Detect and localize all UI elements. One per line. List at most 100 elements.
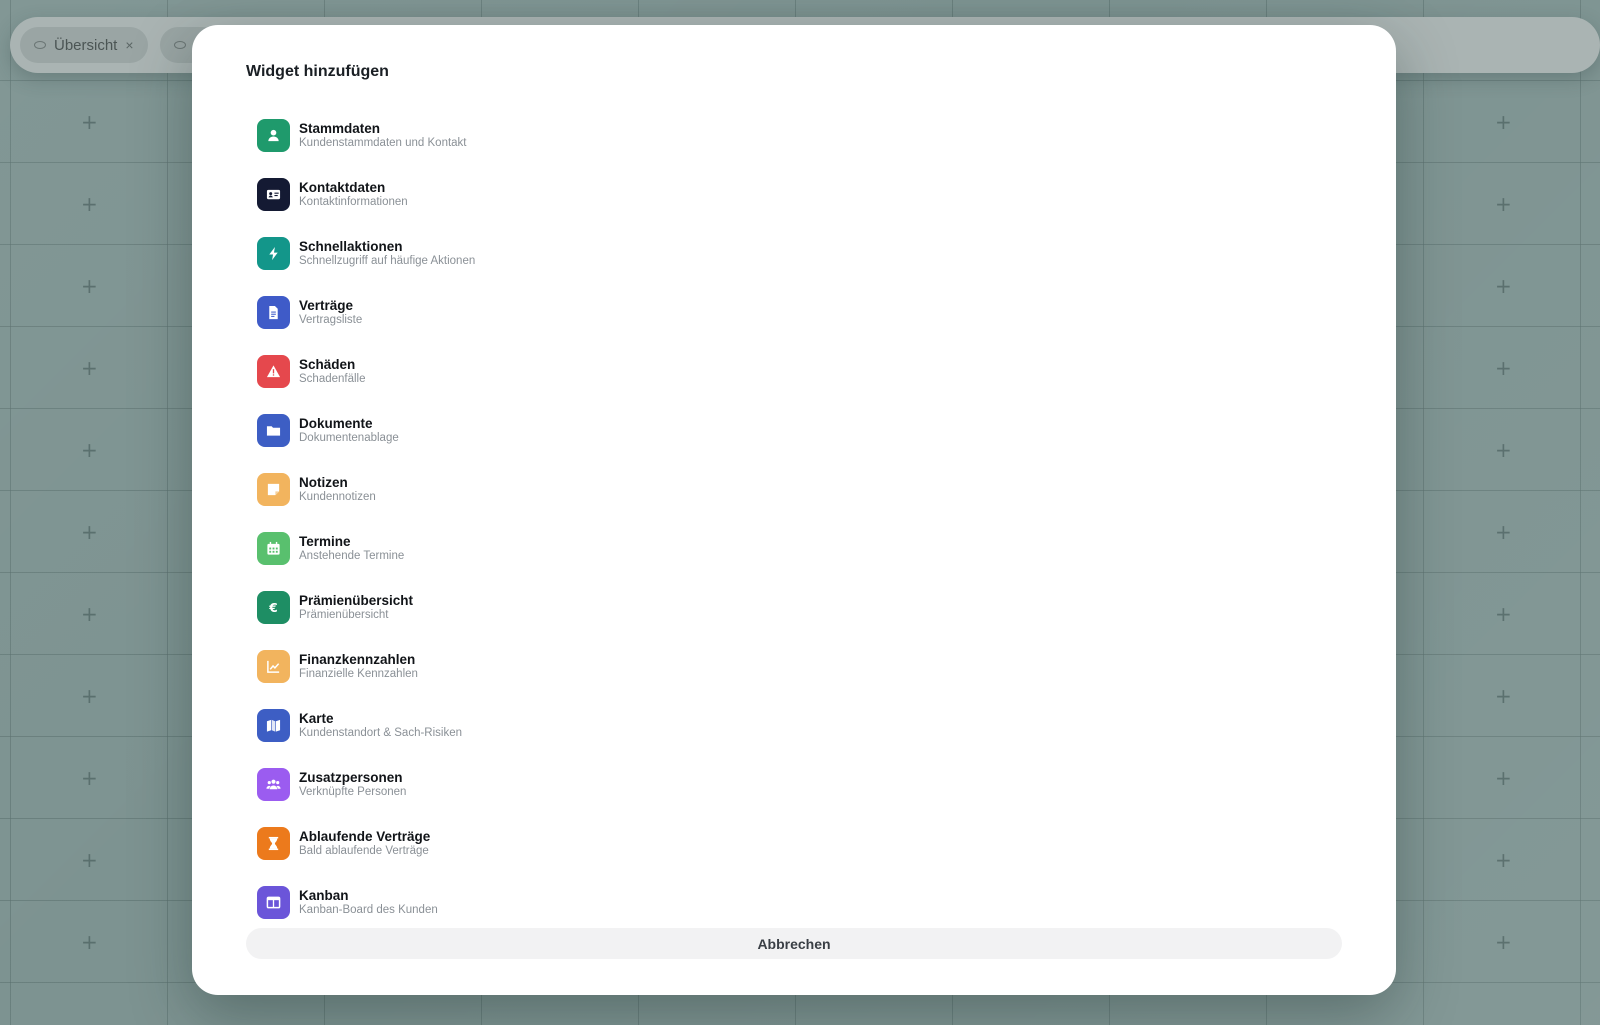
svg-text:€: € xyxy=(268,601,277,615)
hourglass-icon xyxy=(257,827,290,860)
euro-icon: € xyxy=(257,591,290,624)
grid-plus-icon: + xyxy=(81,110,98,134)
widget-subtitle: Kanban-Board des Kunden xyxy=(299,904,438,916)
widget-text: Zusatzpersonen Verknüpfte Personen xyxy=(299,770,406,799)
widget-subtitle: Schadenfälle xyxy=(299,373,366,385)
widget-subtitle: Prämienübersicht xyxy=(299,609,389,621)
grid-plus-icon: + xyxy=(81,192,98,216)
grid-plus-icon: + xyxy=(1495,192,1512,216)
grid-plus-icon: + xyxy=(1495,684,1512,708)
widget-text: Prämienübersicht Prämienübersicht xyxy=(299,593,413,622)
widget-text: Schäden Schadenfälle xyxy=(299,357,366,386)
widget-text: Finanzkennzahlen Finanzielle Kennzahlen xyxy=(299,652,418,681)
widget-option-zusatzpersonen[interactable]: Zusatzpersonen Verknüpfte Personen xyxy=(257,755,857,814)
widget-option-finanzkennzahlen[interactable]: Finanzkennzahlen Finanzielle Kennzahlen xyxy=(257,637,857,696)
widget-title: Prämienübersicht xyxy=(299,593,414,608)
widget-subtitle: Kundenstammdaten und Kontakt xyxy=(299,137,467,149)
widget-option-termine[interactable]: Termine Anstehende Termine xyxy=(257,519,857,578)
grid-plus-icon: + xyxy=(81,848,98,872)
dialog-title: Widget hinzufügen xyxy=(246,63,389,80)
widget-text: Schnellaktionen Schnellzugriff auf häufig… xyxy=(299,239,475,268)
eye-icon xyxy=(34,41,46,49)
widget-text: Kanban Kanban-Board des Kunden xyxy=(299,888,438,917)
tab-label: Übersicht xyxy=(54,36,118,54)
grid-plus-icon: + xyxy=(1495,848,1512,872)
grid-plus-icon: + xyxy=(81,684,98,708)
kanban-icon xyxy=(257,886,290,919)
bolt-icon xyxy=(257,237,290,270)
widget-title: Kontaktdaten xyxy=(299,180,386,195)
widget-title: Notizen xyxy=(299,475,348,490)
widget-option-kontaktdaten[interactable]: Kontaktdaten Kontaktinformationen xyxy=(257,165,857,224)
widget-subtitle: Vertragsliste xyxy=(299,314,363,326)
widget-option-prämienübersicht[interactable]: € Prämienübersicht Prämienübersicht xyxy=(257,578,857,637)
widget-subtitle: Finanzielle Kennzahlen xyxy=(299,668,418,680)
widget-subtitle: Verknüpfte Personen xyxy=(299,786,407,798)
widget-title: Zusatzpersonen xyxy=(299,770,403,785)
calendar-icon xyxy=(257,532,290,565)
widget-subtitle: Schnellzugriff auf häufige Aktionen xyxy=(299,255,476,267)
eye-icon xyxy=(174,41,186,49)
widget-subtitle: Anstehende Termine xyxy=(299,550,405,562)
tab-uebersicht[interactable]: Übersicht × xyxy=(20,27,148,63)
grid-plus-icon: + xyxy=(1495,602,1512,626)
grid-plus-icon: + xyxy=(1495,110,1512,134)
warning-icon xyxy=(257,355,290,388)
users-icon xyxy=(257,768,290,801)
id-card-icon xyxy=(257,178,290,211)
widget-option-ablaufende-verträge[interactable]: Ablaufende Verträge Bald ablaufende Vertr… xyxy=(257,814,857,873)
widget-text: Karte Kundenstandort & Sach-Risiken xyxy=(299,711,462,740)
widget-subtitle: Dokumentenablage xyxy=(299,432,399,444)
grid-plus-icon: + xyxy=(1495,520,1512,544)
grid-plus-icon: + xyxy=(81,438,98,462)
widget-option-kanban[interactable]: Kanban Kanban-Board des Kunden xyxy=(257,873,857,932)
widget-title: Schnellaktionen xyxy=(299,239,403,254)
widget-option-verträge[interactable]: Verträge Vertragsliste xyxy=(257,283,857,342)
widget-subtitle: Kontaktinformationen xyxy=(299,196,408,208)
widget-title: Termine xyxy=(299,534,351,549)
folder-icon xyxy=(257,414,290,447)
widget-list: Stammdaten Kundenstammdaten und Kontakt Ko… xyxy=(257,106,857,932)
widget-option-notizen[interactable]: Notizen Kundennotizen xyxy=(257,460,857,519)
widget-title: Finanzkennzahlen xyxy=(299,652,416,667)
chart-line-icon xyxy=(257,650,290,683)
grid-plus-icon: + xyxy=(1495,438,1512,462)
widget-option-dokumente[interactable]: Dokumente Dokumentenablage xyxy=(257,401,857,460)
widget-text: Kontaktdaten Kontaktinformationen xyxy=(299,180,408,209)
widget-option-schnellaktionen[interactable]: Schnellaktionen Schnellzugriff auf häufig… xyxy=(257,224,857,283)
widget-subtitle: Kundenstandort & Sach-Risiken xyxy=(299,727,463,739)
grid-plus-icon: + xyxy=(81,520,98,544)
widget-text: Termine Anstehende Termine xyxy=(299,534,404,563)
widget-title: Karte xyxy=(299,711,334,726)
grid-plus-icon: + xyxy=(81,602,98,626)
widget-subtitle: Bald ablaufende Verträge xyxy=(299,845,429,857)
grid-plus-icon: + xyxy=(1495,356,1512,380)
widget-title: Stammdaten xyxy=(299,121,381,136)
grid-plus-icon: + xyxy=(81,930,98,954)
grid-plus-icon: + xyxy=(81,356,98,380)
map-icon xyxy=(257,709,290,742)
add-widget-dialog: Widget hinzufügen Stammdaten Kundenstammd… xyxy=(192,25,1396,995)
note-icon xyxy=(257,473,290,506)
widget-title: Verträge xyxy=(299,298,354,313)
widget-text: Dokumente Dokumentenablage xyxy=(299,416,399,445)
grid-plus-icon: + xyxy=(81,274,98,298)
widget-title: Schäden xyxy=(299,357,356,372)
widget-option-schäden[interactable]: Schäden Schadenfälle xyxy=(257,342,857,401)
widget-title: Ablaufende Verträge xyxy=(299,829,431,844)
file-icon xyxy=(257,296,290,329)
widget-text: Ablaufende Verträge Bald ablaufende Vertr… xyxy=(299,829,430,858)
widget-subtitle: Kundennotizen xyxy=(299,491,376,503)
grid-plus-icon: + xyxy=(1495,930,1512,954)
cancel-button[interactable]: Abbrechen xyxy=(246,928,1342,959)
grid-plus-icon: + xyxy=(81,766,98,790)
grid-plus-icon: + xyxy=(1495,274,1512,298)
widget-option-karte[interactable]: Karte Kundenstandort & Sach-Risiken xyxy=(257,696,857,755)
widget-text: Stammdaten Kundenstammdaten und Kontakt xyxy=(299,121,467,150)
widget-option-stammdaten[interactable]: Stammdaten Kundenstammdaten und Kontakt xyxy=(257,106,857,165)
widget-text: Notizen Kundennotizen xyxy=(299,475,376,504)
grid-plus-icon: + xyxy=(1495,766,1512,790)
widget-text: Verträge Vertragsliste xyxy=(299,298,362,327)
widget-title: Kanban xyxy=(299,888,349,903)
close-icon[interactable]: × xyxy=(125,37,133,53)
